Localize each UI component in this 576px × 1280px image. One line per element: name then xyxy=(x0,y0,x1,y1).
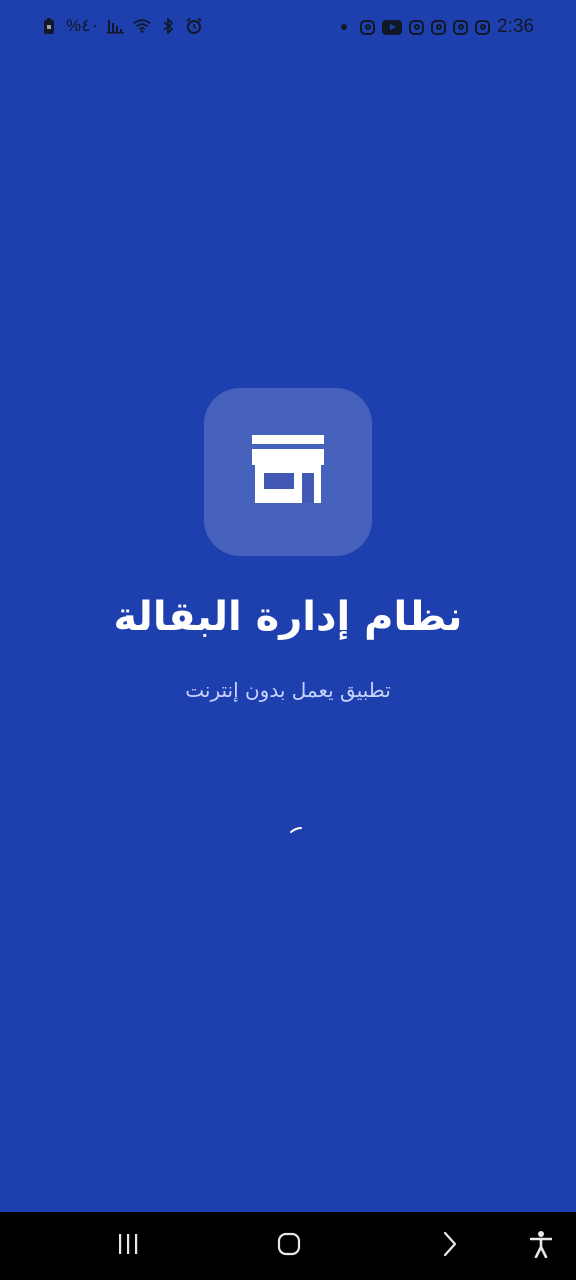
status-bar: %٤٠ 2:36 xyxy=(0,0,576,58)
notification-dot-icon xyxy=(341,24,348,30)
instagram-icon xyxy=(360,19,376,35)
app-title: نظام إدارة البقالة xyxy=(113,594,463,640)
loading-spinner xyxy=(290,818,302,833)
bluetooth-icon xyxy=(159,17,177,35)
instagram-icon xyxy=(453,19,469,35)
wifi-icon xyxy=(133,17,152,35)
instagram-icon xyxy=(409,19,425,35)
instagram-icon xyxy=(475,19,491,35)
recent-apps-icon xyxy=(116,1233,140,1259)
accessibility-icon xyxy=(529,1230,553,1262)
splash-screen: %٤٠ 2:36 نظام إدارة البقالة تطبيق يعمل ب… xyxy=(0,0,576,1280)
back-icon xyxy=(442,1231,458,1261)
app-subtitle: تطبيق يعمل بدون إنترنت xyxy=(185,678,391,702)
status-bar-right: 2:36 xyxy=(341,16,534,38)
home-icon xyxy=(277,1232,301,1260)
instagram-icon xyxy=(431,19,447,35)
youtube-icon xyxy=(382,19,403,35)
home-button[interactable] xyxy=(260,1212,318,1280)
signal-icon xyxy=(107,17,125,35)
app-logo xyxy=(204,388,372,556)
system-nav-bar xyxy=(0,1212,576,1280)
store-icon xyxy=(250,435,326,509)
alarm-icon xyxy=(185,17,203,35)
recent-apps-button[interactable] xyxy=(100,1212,156,1280)
battery-percent: %٤٠ xyxy=(66,16,100,35)
battery-lock-icon xyxy=(40,17,58,35)
accessibility-button[interactable] xyxy=(516,1212,566,1280)
status-bar-left: %٤٠ xyxy=(40,16,203,36)
back-button[interactable] xyxy=(422,1212,478,1280)
status-time: 2:36 xyxy=(497,16,534,37)
